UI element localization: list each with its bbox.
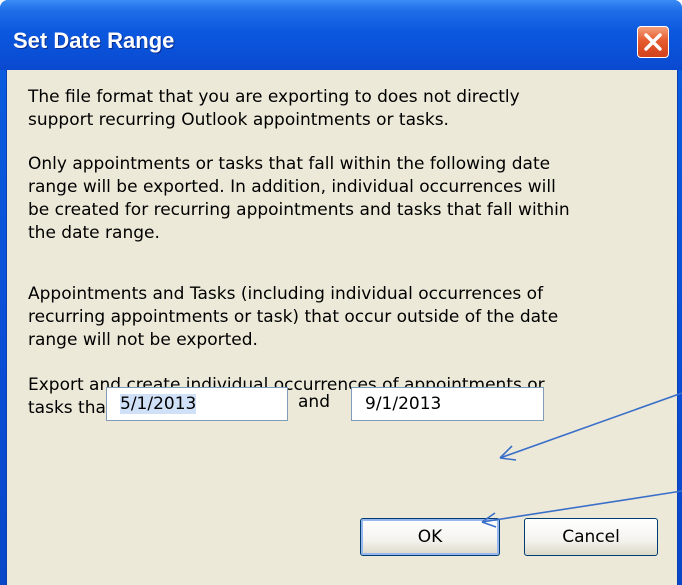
start-date-value: 5/1/2013 bbox=[120, 394, 197, 414]
dialog-window: Set Date Range The file format that you … bbox=[0, 0, 682, 585]
cancel-button[interactable]: Cancel bbox=[524, 518, 658, 556]
close-button[interactable] bbox=[637, 26, 669, 58]
start-date-input[interactable]: 5/1/2013 bbox=[106, 387, 288, 421]
format-warning-text: The file format that you are exporting t… bbox=[28, 87, 520, 130]
dialog-body: The file format that you are exporting t… bbox=[6, 70, 678, 585]
outside-range-text: Appointments and Tasks (including indivi… bbox=[28, 284, 559, 350]
end-date-value: 9/1/2013 bbox=[365, 394, 442, 414]
close-icon bbox=[644, 33, 662, 51]
title-bar[interactable]: Set Date Range bbox=[0, 0, 682, 70]
dialog-title: Set Date Range bbox=[13, 28, 175, 53]
date-range-info-text: Only appointments or tasks that fall wit… bbox=[28, 154, 570, 243]
ok-button[interactable]: OK bbox=[360, 518, 500, 556]
and-label: and bbox=[298, 392, 330, 412]
end-date-input[interactable]: 9/1/2013 bbox=[351, 387, 544, 421]
